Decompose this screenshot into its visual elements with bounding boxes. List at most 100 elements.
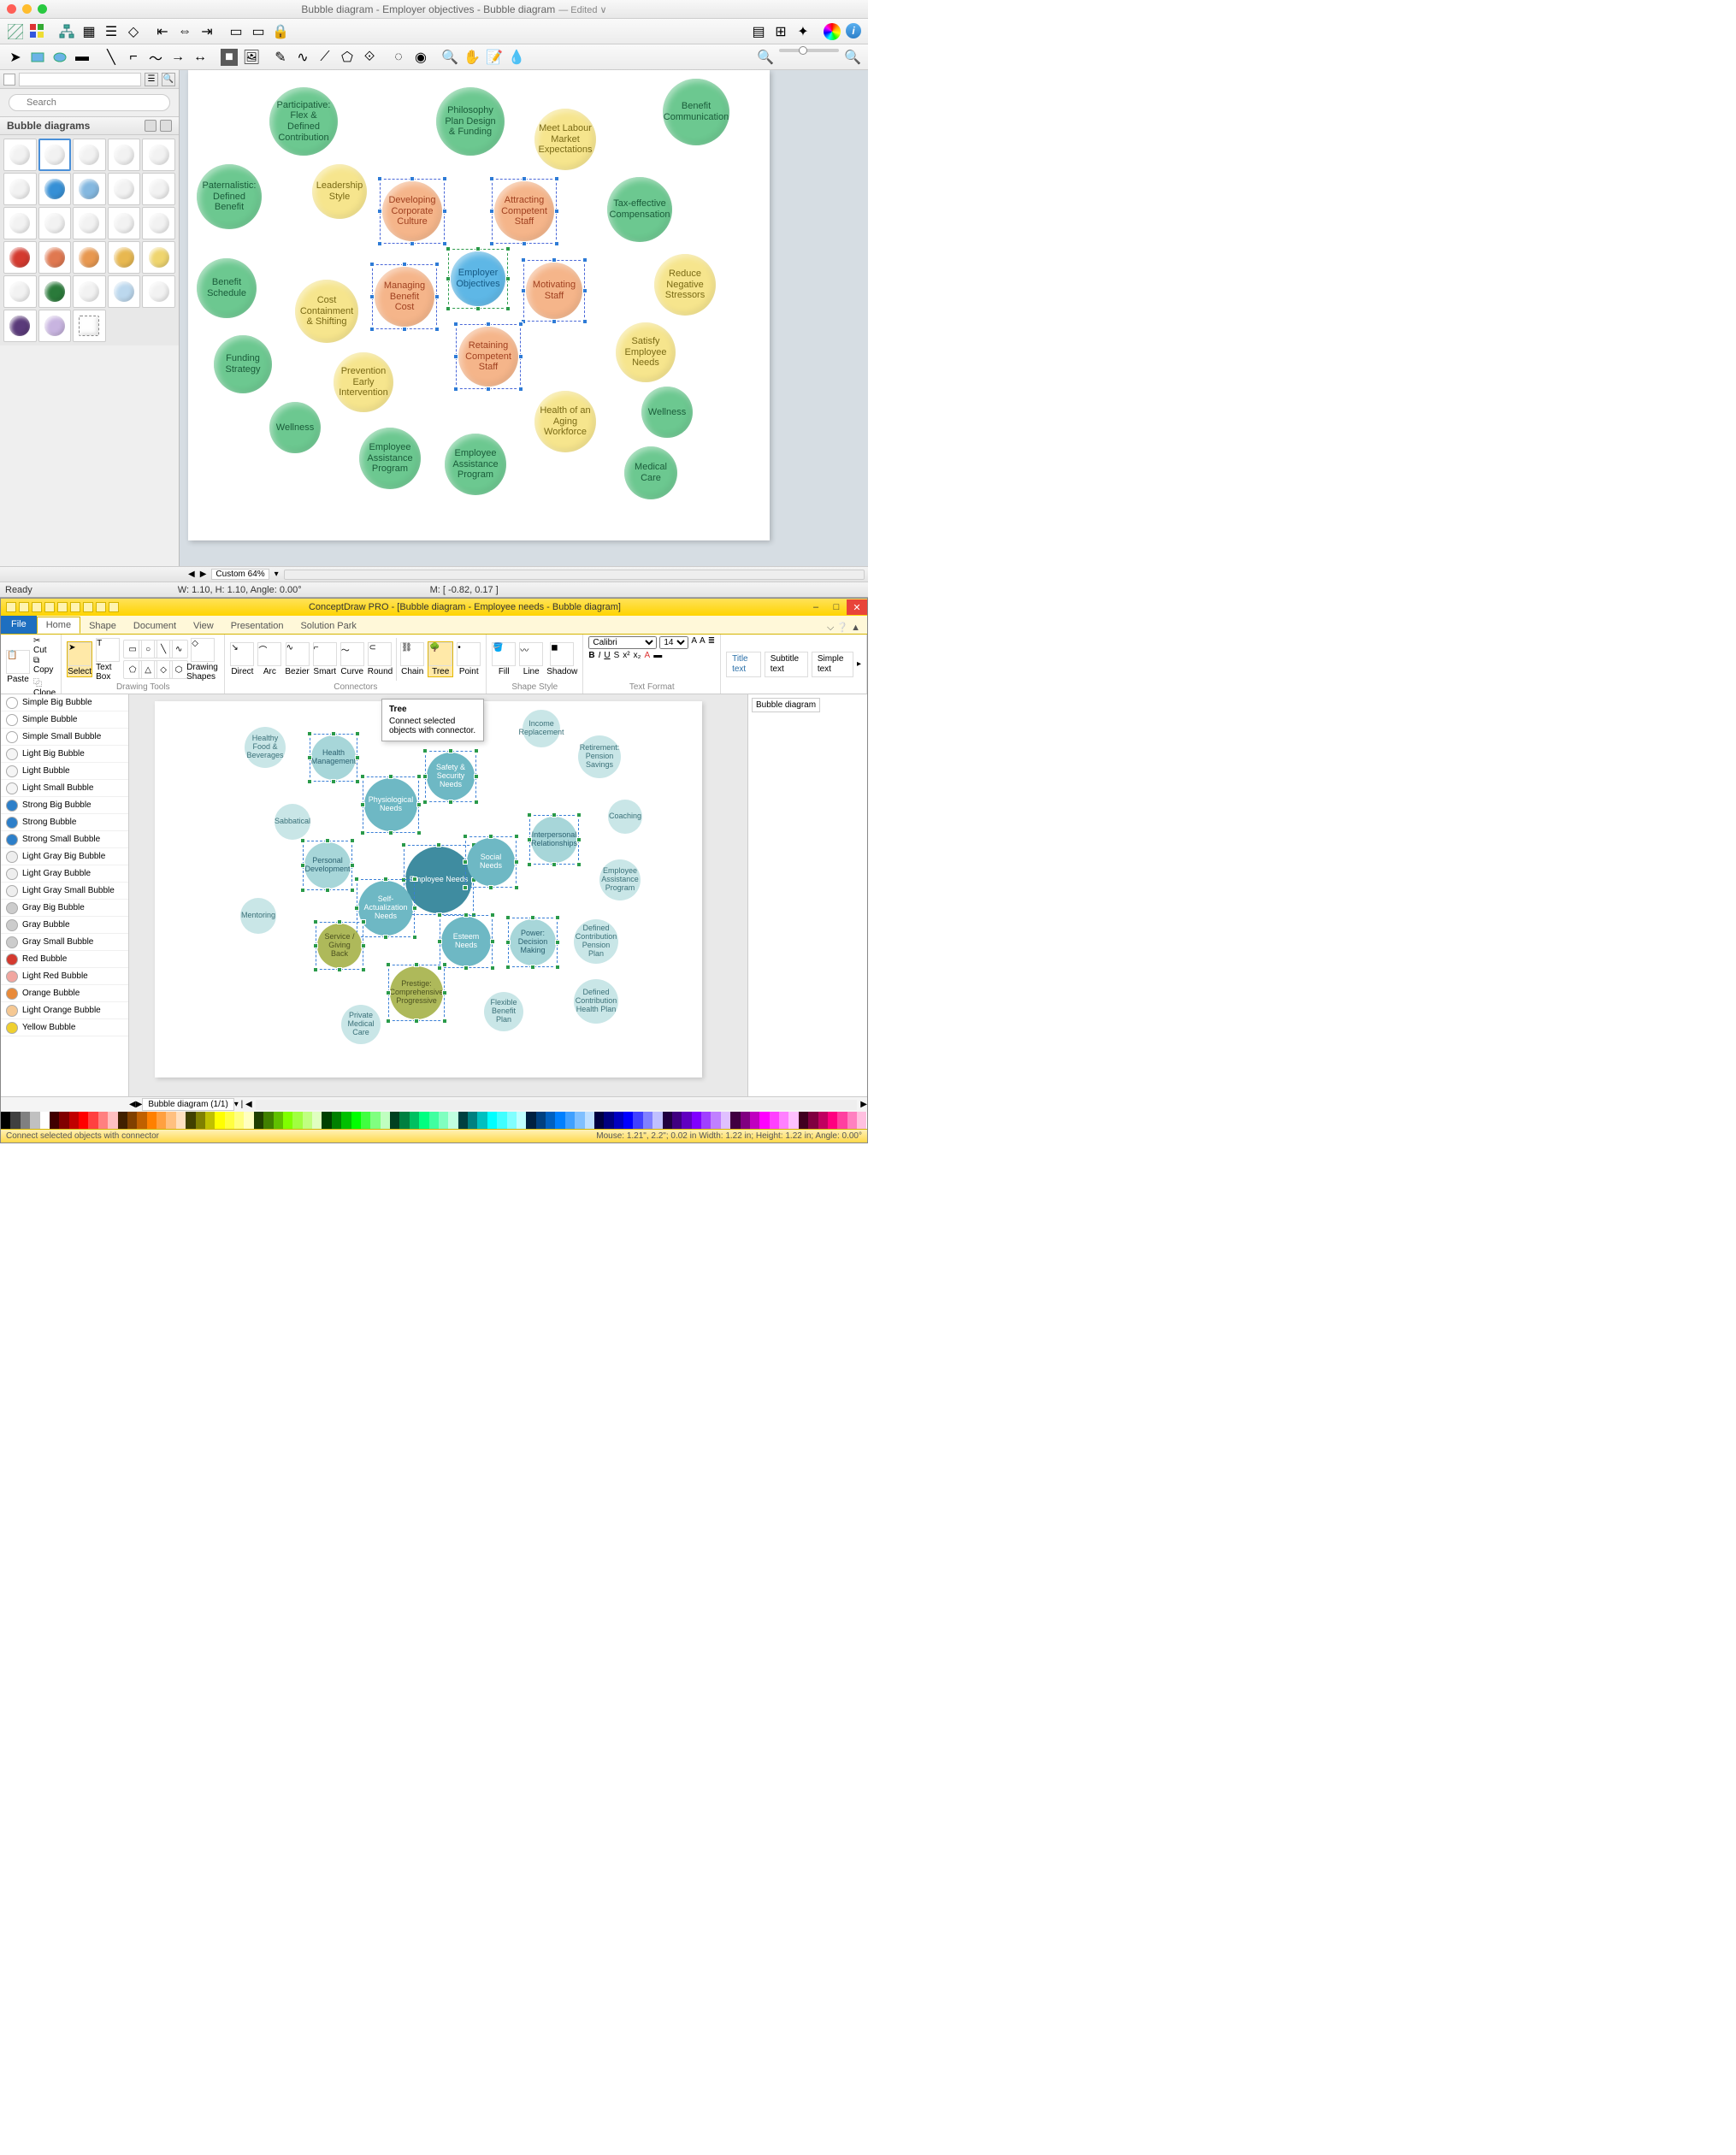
color-chip[interactable] bbox=[381, 1112, 390, 1129]
zoom-slider[interactable] bbox=[779, 49, 839, 52]
grid-icon[interactable]: ⊞ bbox=[772, 23, 789, 40]
palette-shape[interactable] bbox=[3, 275, 37, 308]
color-chip[interactable] bbox=[468, 1112, 477, 1129]
color-chip[interactable] bbox=[429, 1112, 439, 1129]
h-scrollbar[interactable] bbox=[284, 570, 865, 580]
color-chip[interactable] bbox=[205, 1112, 215, 1129]
arc-button[interactable]: ⌒Arc bbox=[257, 642, 281, 676]
tab-home[interactable]: Home bbox=[37, 617, 80, 634]
color-chip[interactable] bbox=[818, 1112, 828, 1129]
color-chip[interactable] bbox=[292, 1112, 302, 1129]
grow-font-icon[interactable]: A bbox=[691, 636, 697, 649]
bold-icon[interactable]: B bbox=[588, 651, 594, 660]
ungroup-icon[interactable]: ▭ bbox=[250, 23, 267, 40]
zoom-out-icon[interactable]: 🔍 bbox=[757, 49, 774, 66]
library-header[interactable]: Bubble diagrams bbox=[0, 116, 179, 135]
bezier-icon[interactable]: ∿ bbox=[294, 49, 311, 66]
sheet-tab[interactable]: Bubble diagram (1/1) bbox=[142, 1098, 233, 1111]
color-chip[interactable] bbox=[361, 1112, 370, 1129]
hand-icon[interactable]: ✋ bbox=[464, 49, 481, 66]
color-chip[interactable] bbox=[682, 1112, 691, 1129]
color-chip[interactable] bbox=[770, 1112, 779, 1129]
bubble[interactable]: Flexible Benefit Plan bbox=[484, 992, 523, 1031]
color-swatches-icon[interactable] bbox=[29, 23, 46, 40]
library-item[interactable]: Light Gray Small Bubble bbox=[1, 883, 128, 900]
align-icon[interactable]: ≣ bbox=[708, 636, 715, 649]
color-chip[interactable] bbox=[526, 1112, 535, 1129]
tree-button[interactable]: 🌳Tree bbox=[428, 641, 453, 677]
color-chip[interactable] bbox=[341, 1112, 351, 1129]
bubble[interactable]: Funding Strategy bbox=[214, 335, 272, 393]
paste-button[interactable]: 📋Paste bbox=[6, 650, 30, 684]
page-next-icon[interactable]: ▶ bbox=[200, 570, 207, 579]
color-chip[interactable] bbox=[244, 1112, 253, 1129]
palette-shape[interactable] bbox=[108, 207, 141, 239]
bubble[interactable]: Safety & Security Needs bbox=[427, 753, 475, 800]
select-button[interactable]: ➤Select bbox=[67, 641, 92, 677]
bezier-button[interactable]: ∿Bezier bbox=[285, 642, 309, 676]
palette-shape[interactable] bbox=[3, 207, 37, 239]
line-icon[interactable]: ╲ bbox=[103, 49, 120, 66]
color-chip[interactable] bbox=[332, 1112, 341, 1129]
color-chip[interactable] bbox=[458, 1112, 468, 1129]
palette-shape[interactable] bbox=[38, 310, 72, 342]
color-chip[interactable] bbox=[186, 1112, 195, 1129]
color-chip[interactable] bbox=[30, 1112, 39, 1129]
palette-shape[interactable] bbox=[108, 275, 141, 308]
palette-shape[interactable] bbox=[142, 207, 175, 239]
bubble[interactable]: Prevention Early Intervention bbox=[334, 352, 393, 412]
bubble[interactable]: Employee Assistance Program bbox=[359, 428, 421, 489]
maximize-button[interactable]: □ bbox=[826, 599, 847, 615]
bubble[interactable]: Physiological Needs bbox=[364, 778, 417, 831]
point-button[interactable]: •Point bbox=[457, 642, 481, 676]
library-item[interactable]: Red Bubble bbox=[1, 951, 128, 968]
textbox-button[interactable]: TText Box bbox=[96, 638, 120, 682]
bubble[interactable]: Self-Actualization Needs bbox=[358, 881, 413, 936]
bubble[interactable]: Leadership Style bbox=[312, 164, 367, 219]
bubble[interactable]: Income Replacement bbox=[523, 710, 560, 747]
org-icon[interactable]: ☰ bbox=[103, 23, 120, 40]
close-button[interactable]: ✕ bbox=[847, 599, 867, 615]
color-chip[interactable] bbox=[750, 1112, 759, 1129]
shrink-font-icon[interactable]: A bbox=[700, 636, 706, 649]
poly-icon[interactable]: ⬠ bbox=[339, 49, 356, 66]
bubble[interactable]: Cost Containment & Shifting bbox=[295, 280, 358, 343]
image-icon[interactable]: 🖼 bbox=[243, 49, 260, 66]
bubble[interactable]: Tax-effective Compensation bbox=[607, 177, 672, 242]
color-chip[interactable] bbox=[439, 1112, 448, 1129]
page-prev-icon[interactable]: ◀ bbox=[188, 570, 195, 579]
qat-icon[interactable] bbox=[70, 602, 80, 612]
bubble[interactable]: Interpersonal Relationships bbox=[531, 817, 577, 863]
bubble[interactable]: Developing Corporate Culture bbox=[382, 181, 442, 241]
tree-icon[interactable] bbox=[58, 23, 75, 40]
bubble[interactable]: Defined Contribution Health Plan bbox=[574, 979, 618, 1024]
color-chip[interactable] bbox=[399, 1112, 409, 1129]
copy-button[interactable]: ⧉ Copy bbox=[33, 656, 56, 675]
lasso-icon[interactable]: ◌ bbox=[390, 49, 407, 66]
bubble[interactable]: Participative: Flex & Defined Contributi… bbox=[269, 87, 338, 156]
color-chip[interactable] bbox=[847, 1112, 857, 1129]
palette-shape[interactable] bbox=[73, 275, 106, 308]
library-item[interactable]: Strong Big Bubble bbox=[1, 797, 128, 814]
color-chip[interactable] bbox=[692, 1112, 701, 1129]
tab-file[interactable]: File bbox=[1, 615, 37, 634]
zoom-label[interactable]: Custom 64% bbox=[211, 569, 269, 580]
canvas2[interactable]: Employee NeedsPhysiological NeedsSafety … bbox=[129, 694, 747, 1096]
color-chip[interactable] bbox=[10, 1112, 20, 1129]
bubble[interactable]: Coaching bbox=[608, 800, 642, 834]
text-icon[interactable]: ▬ bbox=[74, 49, 91, 66]
color-chip[interactable] bbox=[536, 1112, 546, 1129]
align-center-icon[interactable]: ⇔ bbox=[176, 23, 193, 40]
panel-toggle-icon[interactable] bbox=[3, 74, 15, 86]
color-chip[interactable] bbox=[137, 1112, 146, 1129]
search-toggle-icon[interactable]: 🔍 bbox=[162, 73, 175, 86]
library-item[interactable]: Gray Small Bubble bbox=[1, 934, 128, 951]
lib-detach-icon[interactable] bbox=[145, 120, 156, 132]
color-chip[interactable] bbox=[828, 1112, 837, 1129]
color-chip[interactable] bbox=[254, 1112, 263, 1129]
color-chip[interactable] bbox=[215, 1112, 224, 1129]
bubble[interactable]: Sabbatical bbox=[275, 804, 310, 840]
color-chip[interactable] bbox=[108, 1112, 117, 1129]
color-chip[interactable] bbox=[585, 1112, 594, 1129]
color-chip[interactable] bbox=[759, 1112, 769, 1129]
